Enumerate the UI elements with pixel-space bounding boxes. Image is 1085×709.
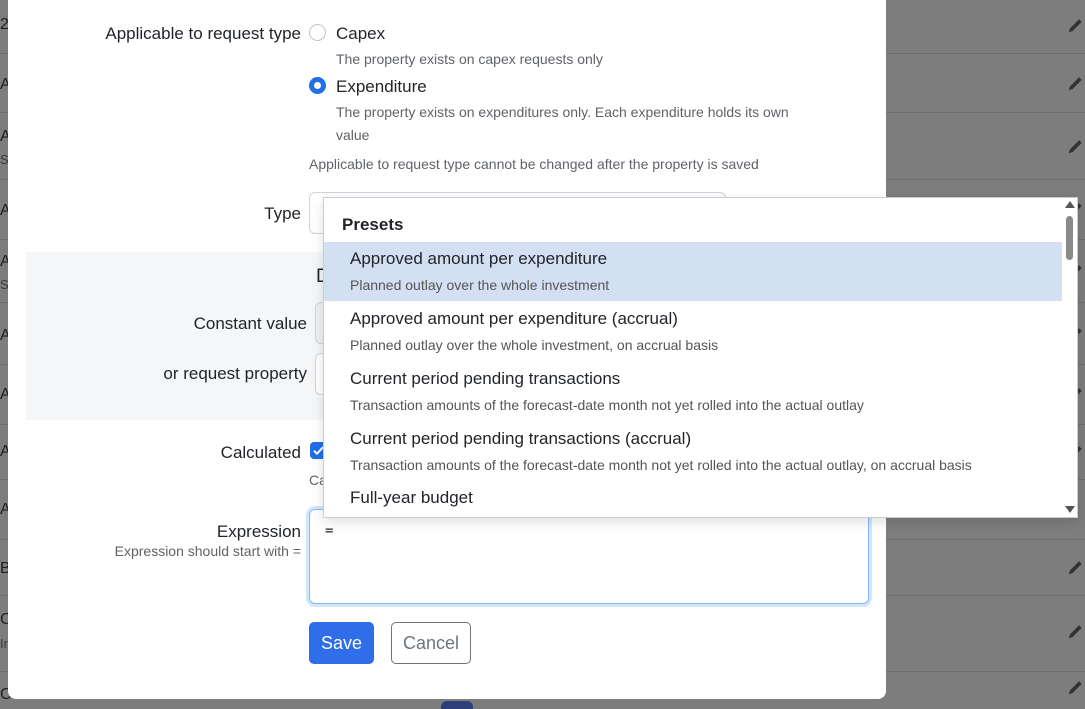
expression-label: Expression: [216, 522, 301, 541]
preset-option-description: Transaction amounts of the forecast-date…: [350, 457, 972, 473]
type-label: Type: [264, 204, 301, 223]
dropdown-scrollbar[interactable]: [1062, 198, 1077, 517]
preset-option[interactable]: Full-year budget: [324, 481, 1063, 517]
constant-value-label: Constant value: [193, 314, 307, 333]
presets-dropdown: Presets Approved amount per expenditure …: [323, 197, 1078, 518]
request-type-note: Applicable to request type cannot be cha…: [309, 156, 759, 172]
radio-expenditure[interactable]: [309, 77, 326, 94]
expenditure-help-text: The property exists on expenditures only…: [336, 104, 789, 120]
pencil-icon[interactable]: [1067, 76, 1083, 92]
preset-option-description: Planned outlay over the whole investment: [350, 277, 610, 293]
pencil-icon[interactable]: [1067, 139, 1083, 155]
scrollbar-thumb[interactable]: [1066, 216, 1073, 260]
preset-option[interactable]: Approved amount per expenditure (accrual…: [324, 302, 1063, 361]
pencil-icon[interactable]: [1067, 680, 1083, 696]
preset-option-title: Full-year budget: [350, 488, 473, 507]
radio-expenditure-label[interactable]: Expenditure: [336, 77, 427, 97]
preset-option-title: Current period pending transactions: [350, 369, 621, 388]
scroll-down-arrow-icon[interactable]: [1065, 506, 1075, 513]
preset-option[interactable]: Approved amount per expenditure Planned …: [324, 242, 1063, 301]
expenditure-help-text-cont: value: [336, 127, 370, 143]
pencil-icon[interactable]: [1067, 18, 1083, 34]
preset-option-description: Planned outlay over the whole investment…: [350, 337, 719, 353]
preset-option-title: Current period pending transactions (acc…: [350, 429, 692, 448]
capex-help-text: The property exists on capex requests on…: [336, 51, 603, 67]
preset-option-title: Approved amount per expenditure (accrual…: [350, 309, 678, 328]
calculated-label: Calculated: [220, 443, 301, 462]
preset-option[interactable]: Current period pending transactions Tran…: [324, 362, 1063, 421]
preset-option-title: Approved amount per expenditure: [350, 249, 608, 268]
radio-capex-label[interactable]: Capex: [336, 24, 385, 44]
list-item-subtitle: Ir: [0, 636, 8, 651]
pencil-icon[interactable]: [1067, 560, 1083, 576]
scroll-up-arrow-icon[interactable]: [1065, 201, 1075, 208]
expression-textarea[interactable]: =: [309, 509, 869, 604]
cancel-button[interactable]: Cancel: [391, 622, 471, 664]
presets-header: Presets: [342, 215, 404, 234]
preset-option[interactable]: Current period pending transactions (acc…: [324, 422, 1063, 481]
expression-hint: Expression should start with =: [114, 543, 301, 559]
request-type-label: Applicable to request type: [105, 24, 301, 43]
request-property-label: or request property: [163, 364, 307, 383]
radio-capex[interactable]: [309, 24, 326, 41]
status-badge: [441, 701, 473, 709]
preset-option-description: Transaction amounts of the forecast-date…: [350, 397, 864, 413]
pencil-icon[interactable]: [1067, 624, 1083, 640]
save-button[interactable]: Save: [309, 622, 374, 664]
